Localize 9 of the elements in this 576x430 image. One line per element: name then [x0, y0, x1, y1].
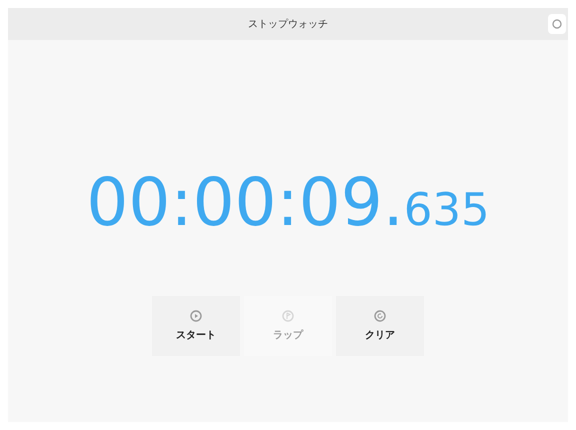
reset-icon	[374, 310, 386, 322]
start-button[interactable]: スタート	[152, 296, 240, 356]
milliseconds: 635	[404, 187, 490, 232]
window-title: ストップウォッチ	[248, 18, 328, 32]
clear-button[interactable]: クリア	[336, 296, 424, 356]
elapsed-time: 00:00:09.	[86, 170, 404, 236]
settings-button[interactable]	[548, 14, 566, 34]
play-icon	[190, 310, 202, 322]
flag-icon	[282, 310, 294, 322]
